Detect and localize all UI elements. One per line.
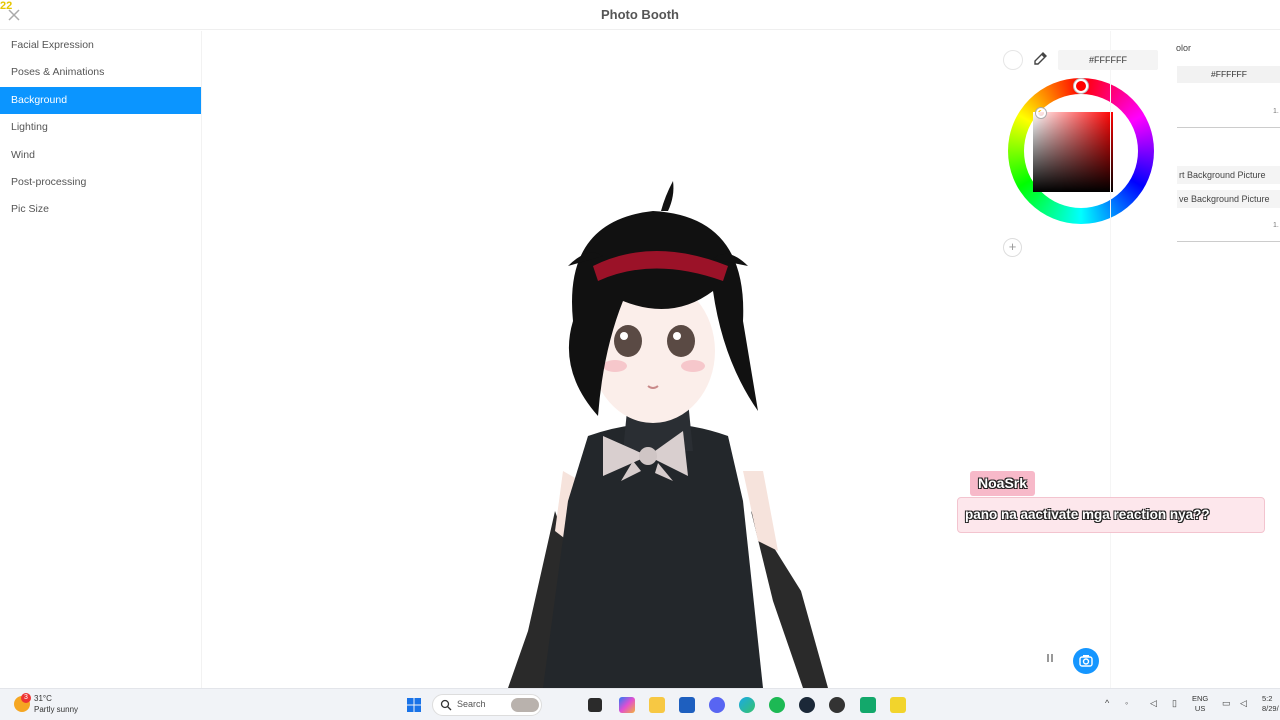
search-label: Search [457, 699, 486, 709]
edge-icon[interactable] [739, 697, 755, 713]
obs-icon[interactable] [829, 697, 845, 713]
store-icon[interactable] [679, 697, 695, 713]
chat-username: NoaSrk [970, 471, 1036, 496]
sidebar-item-post-processing[interactable]: Post-processing [0, 169, 201, 196]
capture-button[interactable] [1073, 648, 1099, 674]
add-swatch-button[interactable]: + [1003, 238, 1022, 257]
avatar-character [508, 181, 828, 688]
network-icon[interactable]: ◦ [1125, 698, 1128, 708]
sidebar-item-pic-size[interactable]: Pic Size [0, 196, 201, 223]
app-icon-green[interactable] [860, 697, 876, 713]
camera-icon [1079, 655, 1093, 667]
pause-button[interactable] [1043, 653, 1057, 667]
taskbar: 3 31°C Partly sunny Search ^ ◦ ◁ ▯ ENG U… [0, 688, 1280, 720]
window-title: Photo Booth [601, 7, 679, 22]
slider-track-1[interactable] [1177, 127, 1280, 128]
sidebar-item-background[interactable]: Background [0, 86, 201, 115]
start-menu-icon[interactable] [406, 697, 422, 713]
spotify-icon[interactable] [769, 697, 785, 713]
chat-message: pano na aactivate mga reaction nya?? [957, 497, 1265, 533]
app-icon-yellow[interactable] [890, 697, 906, 713]
copilot-icon[interactable] [619, 697, 635, 713]
color-label: olor [1176, 43, 1192, 53]
file-explorer-icon[interactable] [649, 697, 665, 713]
steam-icon[interactable] [799, 697, 815, 713]
import-background-button[interactable]: rt Background Picture [1177, 166, 1280, 184]
region-code: US [1194, 704, 1206, 713]
sidebar-item-lighting[interactable]: Lighting [0, 114, 201, 141]
taskbar-search[interactable]: Search [432, 694, 542, 716]
weather-badge: 3 [21, 693, 31, 703]
volume-icon[interactable]: ◁ [1240, 698, 1247, 709]
hue-knob[interactable] [1074, 79, 1088, 93]
pause-icon [1047, 654, 1053, 662]
title-bar: 22 Photo Booth [0, 0, 1280, 30]
saturation-knob[interactable] [1036, 108, 1046, 118]
mic-icon[interactable]: ▯ [1172, 698, 1177, 709]
sidebar: Facial Expression Poses & Animations Bac… [0, 31, 202, 688]
task-view-icon[interactable] [588, 698, 602, 712]
clock-time: 5:2 [1262, 694, 1273, 703]
remove-background-button[interactable]: ve Background Picture [1177, 190, 1280, 208]
chevron-up-icon[interactable]: ^ [1105, 698, 1109, 708]
search-icon [440, 699, 452, 711]
lang-code: ENG [1192, 694, 1209, 703]
discord-icon[interactable] [709, 697, 725, 713]
value-readout-2: 1. [1273, 222, 1279, 229]
speaker-icon[interactable]: ◁ [1150, 698, 1157, 709]
weather-temperature: 31°C [34, 694, 52, 703]
eyedropper-icon[interactable] [1032, 51, 1048, 67]
weather-description: Partly sunny [34, 705, 79, 714]
current-color-swatch[interactable] [1003, 50, 1023, 70]
photo-booth-window: 22 Photo Booth Facial Expression Poses &… [0, 0, 1280, 688]
clock[interactable]: 5:2 8/29/ [1262, 694, 1279, 714]
slider-track-2[interactable] [1177, 241, 1280, 242]
value-readout-1: 1. [1273, 108, 1279, 115]
sidebar-item-wind[interactable]: Wind [0, 142, 201, 169]
avatar-stage[interactable] [203, 31, 1110, 688]
wifi-icon[interactable]: ▭ [1222, 698, 1231, 709]
saturation-value-square[interactable] [1033, 112, 1113, 192]
search-highlight-image [511, 698, 539, 712]
sidebar-item-poses-animations[interactable]: Poses & Animations [0, 59, 201, 86]
language-indicator[interactable]: ENG US [1192, 694, 1208, 714]
sidebar-item-facial-expression[interactable]: Facial Expression [0, 32, 201, 59]
color-hex-field[interactable]: #FFFFFF [1177, 66, 1280, 83]
clock-date: 8/29/ [1262, 704, 1279, 713]
background-settings-panel: olor #FFFFFF 1. rt Background Picture ve… [1110, 31, 1280, 688]
